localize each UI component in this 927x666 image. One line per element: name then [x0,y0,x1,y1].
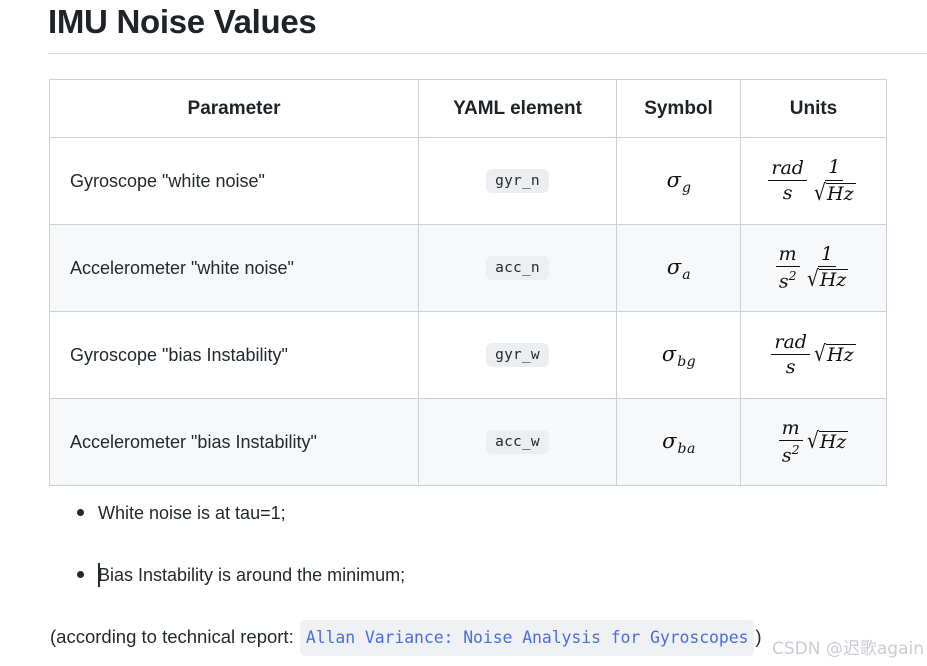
cell-yaml-element: acc_w [418,398,617,486]
sigma-subscript: g [681,180,692,196]
symbol-sigma-bg: σbg [661,342,696,370]
radical-sign-icon: √ [806,429,819,455]
table-header-row: Parameter YAML element Symbol Units [49,79,887,138]
radicand: Hz [818,431,849,454]
fraction-denominator: s [782,182,793,204]
sqrt-hz: √ Hz [813,180,856,206]
fraction-numerator: m [775,243,800,267]
fraction-denominator: √ Hz [810,181,859,205]
denominator-base: s [781,444,792,467]
fraction-one-over-sqrt-hz: 1 √ Hz [803,243,852,292]
cell-units: m s2 √ Hz [740,398,887,486]
csdn-watermark: CSDN @迟歌again [772,639,924,659]
cell-parameter: Accelerometer "white noise" [49,224,419,312]
table-row: Accelerometer "white noise" acc_n σa m s… [49,224,887,312]
code-chip-gyr-n: gyr_n [486,169,549,193]
fraction-rad-per-s: rad s [768,157,807,205]
sigma-glyph: σ [666,168,681,192]
sigma-subscript: a [682,267,692,283]
text-cursor [98,563,100,587]
fraction-numerator: 1 [825,156,844,181]
units-expression-acc-n: m s2 1 √ Hz [775,243,852,293]
fraction-denominator: s [785,356,796,378]
denominator-exponent: 2 [788,267,797,283]
denominator-exponent: 2 [791,441,800,457]
attribution-suffix: ) [755,626,762,647]
fraction-denominator: √ Hz [803,267,852,291]
sigma-subscript: bg [677,354,697,370]
column-header-units: Units [740,79,887,138]
fraction-m-per-s2: m s2 [775,243,800,293]
radicand: Hz [826,182,856,205]
cell-units: m s2 1 √ Hz [740,224,887,312]
cell-symbol: σba [616,398,741,486]
fraction-denominator: s2 [779,441,803,467]
sqrt-hz: √ Hz [806,429,849,455]
sigma-glyph: σ [662,429,677,453]
title-divider [48,53,927,54]
list-item: Bias Instability is around the minimum; [52,562,752,588]
cell-yaml-element: gyr_w [418,311,617,399]
notes-list: White noise is at tau=1; Bias Instabilit… [52,500,752,624]
cell-symbol: σa [616,224,741,312]
sqrt-hz: √ Hz [813,342,856,368]
sigma-glyph: σ [666,255,682,279]
column-header-symbol: Symbol [616,79,741,138]
sigma-subscript: ba [677,441,696,457]
radicand: Hz [818,269,849,292]
table-row: Gyroscope "bias Instability" gyr_w σbg r… [49,311,887,399]
imu-noise-table: Parameter YAML element Symbol Units Gyro… [49,79,887,486]
fraction-numerator: rad [771,331,810,355]
radical-sign-icon: √ [806,267,819,293]
code-chip-gyr-w: gyr_w [486,343,549,367]
sigma-glyph: σ [661,342,677,366]
fraction-denominator: s2 [776,267,800,293]
cell-yaml-element: acc_n [418,224,617,312]
radical-sign-icon: √ [814,180,826,206]
page-title: IMU Noise Values [48,3,317,40]
symbol-sigma-g: σg [666,168,691,196]
source-attribution: (according to technical report: Allan Va… [50,620,762,656]
bullet-icon [77,571,84,578]
fraction-numerator: m [778,417,803,441]
units-expression-gyr-n: rad s 1 √ Hz [768,156,859,205]
column-header-parameter: Parameter [49,79,419,138]
table-row: Accelerometer "bias Instability" acc_w σ… [49,398,887,486]
fraction-one-over-sqrt-hz: 1 √ Hz [810,156,859,205]
fraction-rad-per-s: rad s [771,331,810,379]
symbol-sigma-a: σa [666,255,691,283]
cell-symbol: σbg [616,311,741,399]
table-row: Gyroscope "white noise" gyr_n σg rad s 1 [49,137,887,225]
radical-sign-icon: √ [814,342,826,368]
list-item: White noise is at tau=1; [52,500,752,526]
cell-units: rad s 1 √ Hz [740,137,887,225]
cell-parameter: Gyroscope "bias Instability" [49,311,419,399]
code-chip-acc-w: acc_w [486,430,549,454]
cell-parameter: Accelerometer "bias Instability" [49,398,419,486]
fraction-m-per-s2: m s2 [778,417,803,467]
list-item-label: White noise is at tau=1; [98,503,286,523]
column-header-yaml-element: YAML element [418,79,617,138]
attribution-prefix: (according to technical report: [50,626,294,647]
sqrt-hz: √ Hz [806,267,849,293]
symbol-sigma-ba: σba [662,429,695,457]
units-expression-gyr-w: rad s √ Hz [771,331,856,379]
radicand: Hz [826,344,856,367]
fraction-numerator: rad [768,157,807,181]
list-item-label: Bias Instability is around the minimum; [98,565,406,585]
cell-symbol: σg [616,137,741,225]
cell-parameter: Gyroscope "white noise" [49,137,419,225]
document-page: IMU Noise Values Parameter YAML element … [0,0,927,666]
bullet-icon [77,509,84,516]
fraction-numerator: 1 [817,243,837,268]
cell-units: rad s √ Hz [740,311,887,399]
denominator-base: s [778,270,789,293]
units-expression-acc-w: m s2 √ Hz [778,417,849,467]
code-chip-acc-n: acc_n [486,256,549,280]
reference-link[interactable]: Allan Variance: Noise Analysis for Gyros… [299,620,755,656]
cell-yaml-element: gyr_n [418,137,617,225]
